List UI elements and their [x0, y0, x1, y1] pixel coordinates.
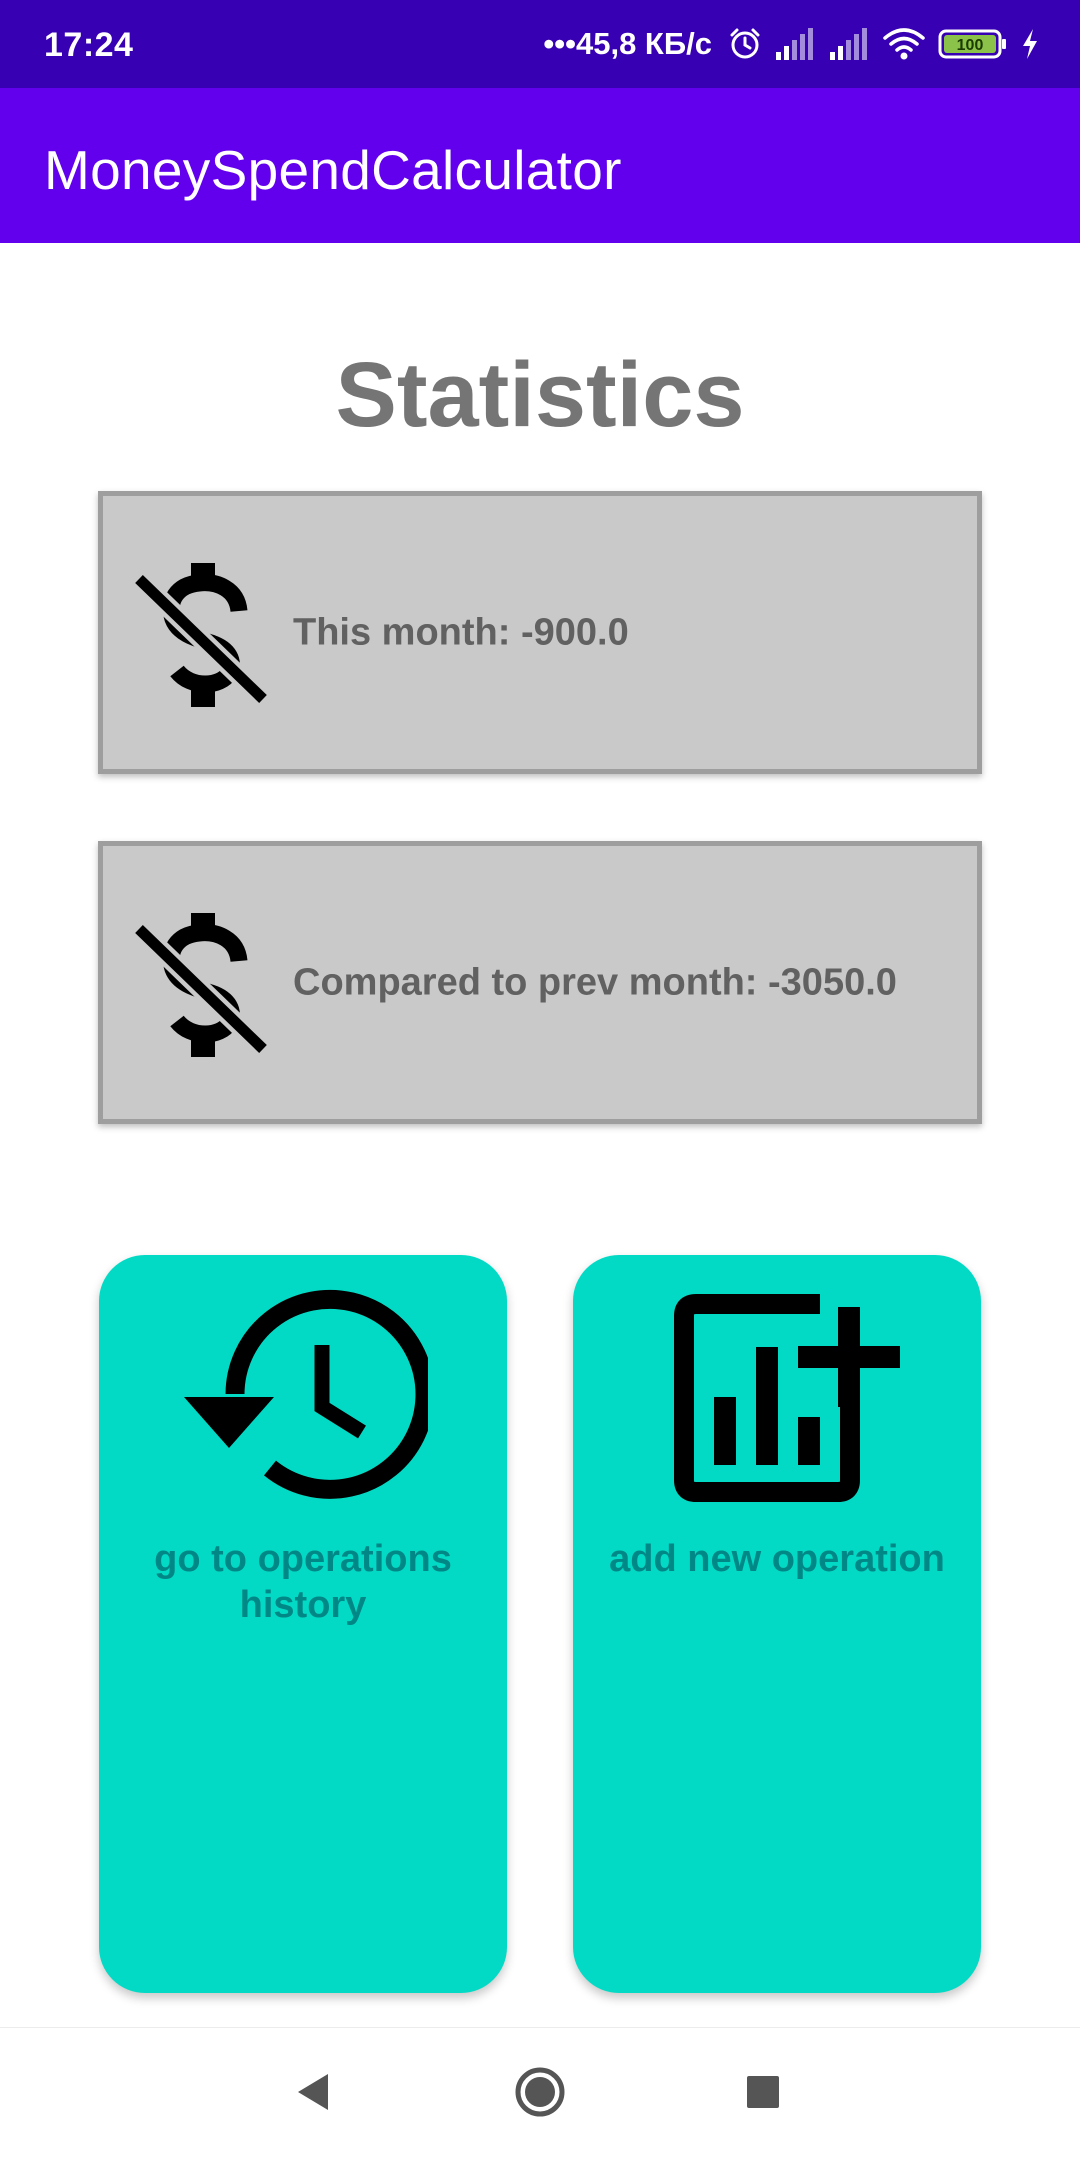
charging-icon — [1023, 29, 1037, 59]
add-operation-label: add new operation — [609, 1538, 945, 1580]
app-title: MoneySpendCalculator — [44, 139, 622, 201]
money-off-icon — [133, 913, 270, 1057]
alarm-icon — [730, 28, 760, 59]
wifi-icon — [883, 28, 925, 60]
money-off-icon — [133, 563, 270, 707]
battery-icon: 100 — [938, 29, 1006, 59]
stat-this-month-text: This month: -900.0 — [293, 611, 629, 653]
status-bar: 17:24 •••45,8 КБ/с 100 — [0, 0, 1080, 88]
back-icon[interactable] — [283, 2062, 343, 2122]
history-icon — [184, 1289, 428, 1499]
page-title: Statistics — [335, 344, 745, 446]
signal-icon — [830, 28, 867, 60]
system-nav-bar — [0, 2027, 1080, 2157]
add-operation-button[interactable]: add new operation — [573, 1255, 981, 1993]
status-speed-value: 45,8 КБ/с — [575, 26, 712, 61]
operations-history-label: go to operations history — [154, 1538, 452, 1626]
recents-icon[interactable] — [733, 2062, 793, 2122]
home-icon[interactable] — [510, 2062, 570, 2122]
stat-card-this-month: This month: -900.0 — [98, 491, 982, 774]
status-network-speed: •••45,8 КБ/с — [543, 26, 712, 62]
signal-icon — [776, 28, 813, 60]
stat-card-compared-prev-month: Compared to prev month: -3050.0 — [98, 841, 982, 1124]
battery-level: 100 — [957, 37, 984, 54]
status-dots: ••• — [543, 26, 576, 61]
operations-history-button[interactable]: go to operations history — [99, 1255, 507, 1993]
status-icons: •••45,8 КБ/с 100 — [543, 22, 1040, 66]
add-chart-icon — [674, 1294, 900, 1502]
stat-compared-text: Compared to prev month: -3050.0 — [293, 961, 897, 1003]
status-time: 17:24 — [44, 26, 134, 64]
app-bar: MoneySpendCalculator — [0, 88, 1080, 243]
